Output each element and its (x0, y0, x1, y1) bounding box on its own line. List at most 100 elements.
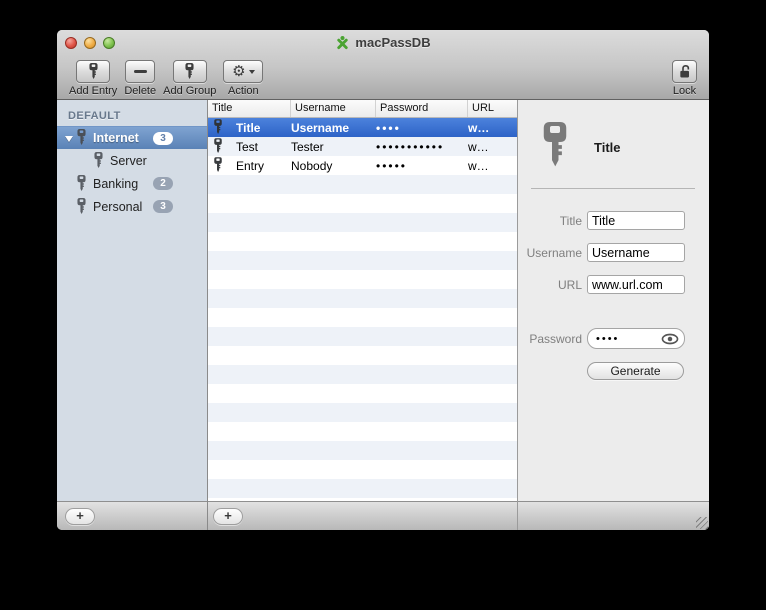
table-row-empty (208, 384, 517, 403)
count-badge: 2 (153, 177, 173, 190)
detail-divider[interactable] (517, 100, 518, 530)
table-body: Title Username •••• w… Test Tester •••••••••••… (208, 118, 517, 517)
table-add-button[interactable]: + (213, 508, 243, 525)
toolbar: Add Entry Delete Add Group ⚙ Action Lock (57, 55, 709, 100)
divider (531, 188, 695, 189)
key-icon (184, 63, 195, 81)
sidebar-item-personal[interactable]: Personal 3 (57, 195, 207, 218)
cell-url: w… (468, 158, 489, 173)
detail-form: Title Username URL Password (518, 211, 709, 380)
sidebar-add-button[interactable]: + (65, 508, 95, 525)
sidebar-divider[interactable] (207, 100, 208, 530)
entry-table: Title Username Password URL Title Usernam… (208, 100, 517, 517)
sidebar: DEFAULT Internet 3 Server Banking 2 Personal 3 (57, 100, 207, 501)
cell-url: w… (468, 139, 489, 154)
count-badge: 3 (153, 131, 173, 145)
key-icon (76, 175, 87, 193)
action-button[interactable]: ⚙ (223, 60, 264, 83)
key-icon (88, 63, 99, 81)
column-header-url[interactable]: URL (468, 100, 517, 117)
cell-username: Tester (291, 139, 324, 154)
window-title: macPassDB (355, 35, 431, 50)
table-row[interactable]: Title Username •••• w… (208, 118, 517, 137)
table-row-empty (208, 403, 517, 422)
bottom-bar: + + (57, 501, 709, 530)
url-field[interactable] (587, 275, 685, 294)
key-icon (213, 119, 223, 136)
tool-add-entry: Add Entry (69, 60, 117, 97)
url-field-label: URL (557, 277, 582, 292)
gear-icon: ⚙ (232, 62, 246, 80)
key-icon (93, 152, 104, 170)
table-row-empty (208, 232, 517, 251)
titlebar[interactable]: macPassDB (57, 30, 709, 55)
table-row-empty (208, 346, 517, 365)
delete-button[interactable] (125, 60, 156, 83)
key-icon (76, 129, 87, 147)
tool-label: Add Entry (69, 85, 118, 97)
sidebar-item-label: Internet (93, 131, 139, 145)
sidebar-list: Internet 3 Server Banking 2 Personal 3 (57, 126, 207, 218)
table-row-empty (208, 479, 517, 498)
column-header-title[interactable]: Title (208, 100, 291, 117)
add-entry-button[interactable] (76, 60, 111, 83)
sidebar-item-server[interactable]: Server (57, 149, 207, 172)
cell-username: Nobody (291, 158, 333, 173)
resize-grip[interactable] (696, 517, 708, 529)
cell-title: Title (236, 120, 261, 135)
password-field-label: Password (529, 331, 582, 346)
table-row-empty (208, 327, 517, 346)
table-row[interactable]: Test Tester ••••••••••• w… (208, 137, 517, 156)
cell-url: w… (468, 120, 490, 135)
username-field[interactable] (587, 243, 685, 262)
title-field[interactable] (587, 211, 685, 230)
disclosure-triangle-icon[interactable] (65, 131, 76, 145)
key-icon (76, 198, 87, 216)
table-row[interactable]: Entry Nobody ••••• w… (208, 156, 517, 175)
table-row-empty (208, 270, 517, 289)
table-row-empty (208, 422, 517, 441)
column-header-password[interactable]: Password (376, 100, 468, 117)
cell-password-dots: •••• (376, 120, 401, 135)
key-icon (213, 157, 223, 174)
sidebar-item-internet[interactable]: Internet 3 (57, 126, 207, 149)
generate-button[interactable]: Generate (587, 362, 684, 380)
key-icon-large (540, 122, 570, 172)
table-row-empty (208, 460, 517, 479)
window-header: macPassDB Add Entry Delete Add Group ⚙ A… (57, 30, 709, 100)
tool-label: Action (228, 85, 259, 97)
table-row-empty (208, 251, 517, 270)
cell-title: Entry (236, 158, 265, 173)
cell-password-dots: ••••• (376, 158, 408, 173)
table-row-empty (208, 441, 517, 460)
detail-panel: Title Title Username URL Password (518, 100, 709, 501)
tool-add-group: Add Group (163, 60, 216, 97)
table-header: Title Username Password URL (208, 100, 517, 118)
title-field-label: Title (559, 213, 582, 228)
sidebar-item-label: Server (110, 153, 147, 168)
sidebar-item-label: Banking (93, 176, 139, 191)
cell-password-dots: ••••••••••• (376, 139, 445, 154)
tool-label: Add Group (163, 85, 217, 97)
minus-icon (133, 69, 147, 74)
table-row-empty (208, 289, 517, 308)
lock-button[interactable] (672, 60, 697, 83)
table-row-empty (208, 194, 517, 213)
tool-delete: Delete (124, 60, 156, 97)
cell-username: Username (291, 120, 350, 135)
padlock-icon (679, 64, 689, 78)
add-group-button[interactable] (172, 60, 207, 83)
chevron-down-icon (248, 69, 255, 74)
app-icon (337, 35, 349, 50)
column-header-username[interactable]: Username (291, 100, 376, 117)
sidebar-item-label: Personal (93, 199, 143, 214)
cell-title: Test (236, 139, 259, 154)
eye-icon[interactable] (661, 333, 679, 345)
tool-label: Delete (124, 85, 157, 97)
table-row-empty (208, 308, 517, 327)
sidebar-item-banking[interactable]: Banking 2 (57, 172, 207, 195)
table-row-empty (208, 175, 517, 194)
count-badge: 3 (153, 200, 173, 213)
key-icon (213, 138, 223, 155)
app-window: macPassDB Add Entry Delete Add Group ⚙ A… (57, 30, 709, 530)
